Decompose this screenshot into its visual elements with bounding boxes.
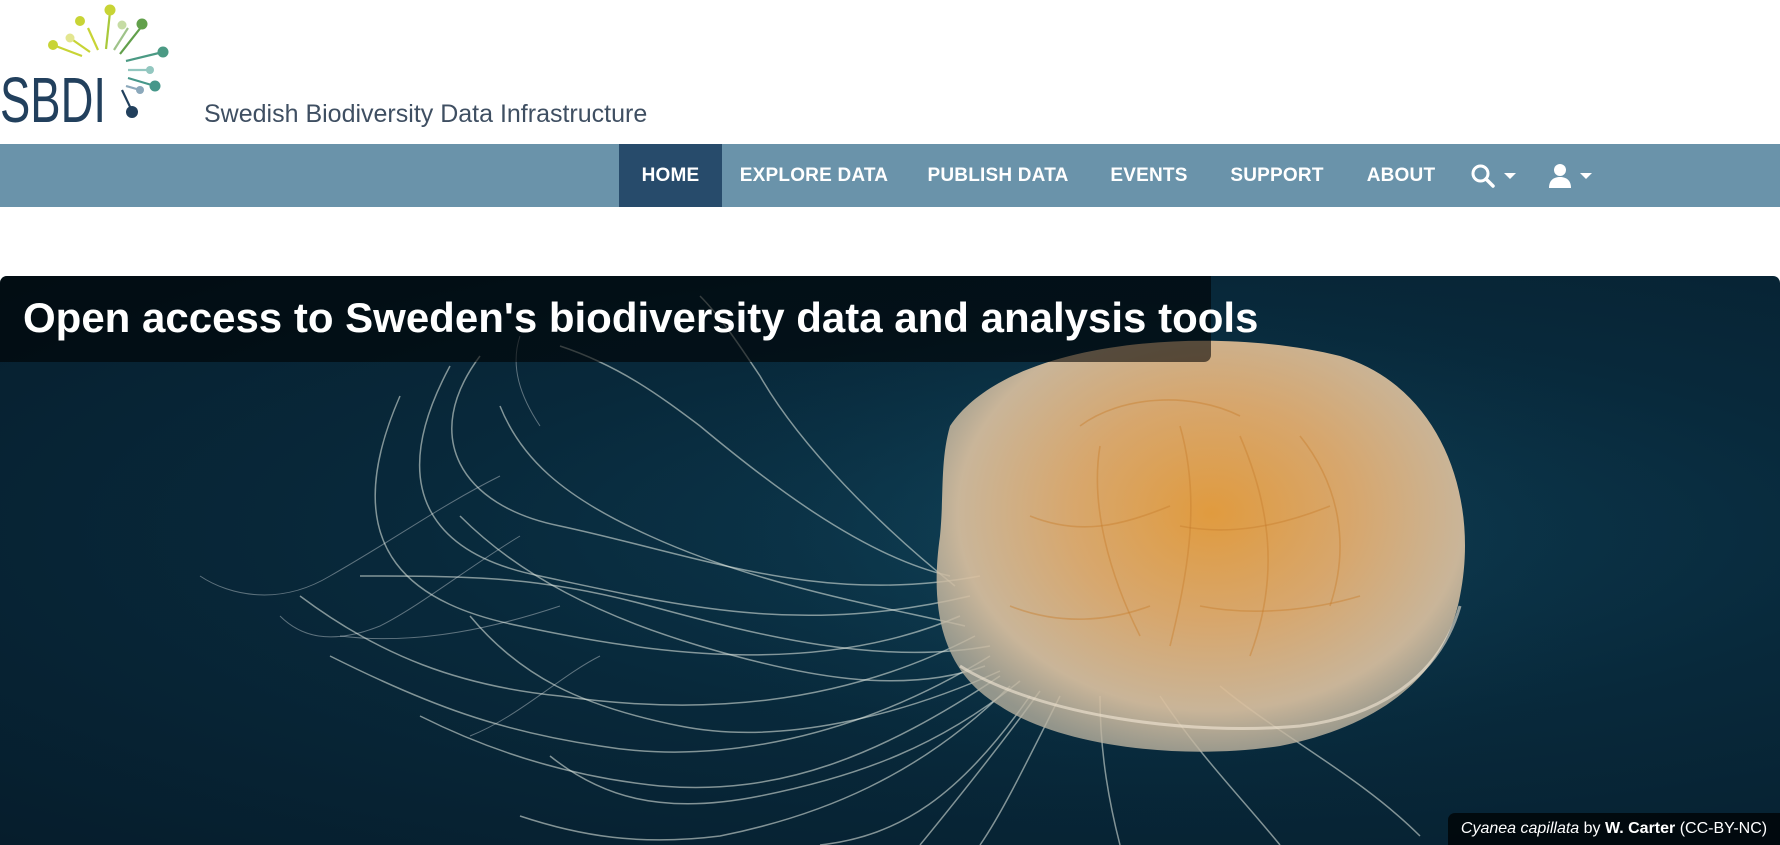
chevron-down-icon	[1504, 172, 1516, 179]
credit-license[interactable]: (CC-BY-NC)	[1680, 820, 1767, 837]
search-dropdown[interactable]	[1470, 144, 1518, 207]
credit-species: Cyanea capillata	[1460, 820, 1580, 837]
search-icon	[1471, 164, 1495, 188]
user-dropdown[interactable]	[1548, 144, 1594, 207]
user-icon	[1549, 163, 1571, 188]
logo-wordmark: SBDI	[0, 64, 106, 130]
nav-explore-data[interactable]: EXPLORE DATA	[722, 144, 906, 207]
hero-title: Open access to Sweden's biodiversity dat…	[23, 294, 1259, 341]
photo-credit: Cyanea capillata by W. Carter (CC-BY-NC)	[1448, 813, 1780, 845]
hero-banner: Open access to Sweden's biodiversity dat…	[0, 276, 1780, 845]
main-navbar: HOME EXPLORE DATA PUBLISH DATA EVENTS SU…	[0, 144, 1780, 207]
site-header: SBDI Swedish Biodiversity Data Infrastru…	[0, 0, 1780, 144]
nav-publish-data[interactable]: PUBLISH DATA	[906, 144, 1090, 207]
credit-by: by	[1583, 820, 1601, 837]
nav-about[interactable]: ABOUT	[1346, 144, 1456, 207]
nav-support[interactable]: SUPPORT	[1208, 144, 1346, 207]
credit-author[interactable]: W. Carter	[1605, 820, 1675, 837]
sbdi-logo[interactable]: SBDI	[0, 0, 175, 130]
site-tagline: Swedish Biodiversity Data Infrastructure	[204, 100, 648, 128]
nav-events[interactable]: EVENTS	[1090, 144, 1208, 207]
hero-title-overlay: Open access to Sweden's biodiversity dat…	[0, 276, 1258, 362]
nav-home[interactable]: HOME	[619, 144, 722, 207]
chevron-down-icon	[1580, 172, 1592, 179]
